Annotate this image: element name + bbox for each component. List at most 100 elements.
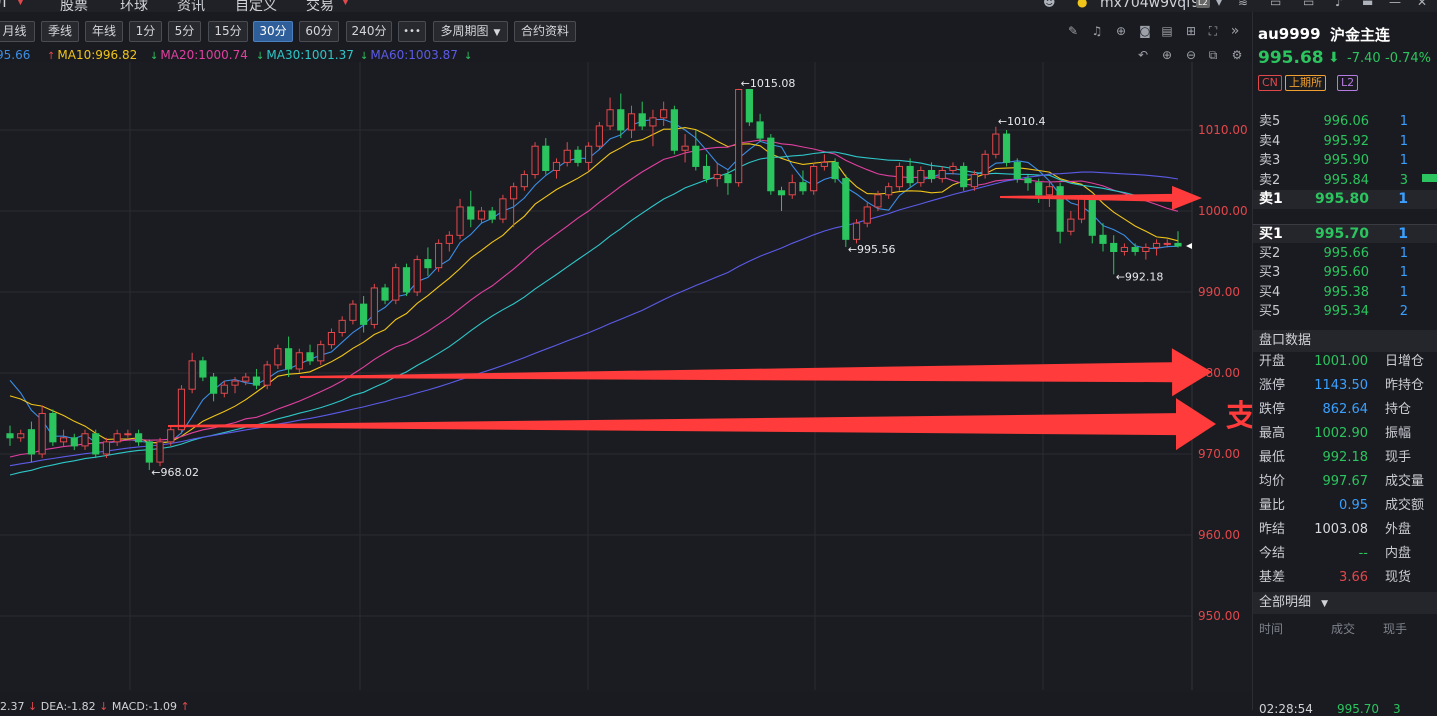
zoom-in-icon[interactable]: ⊕	[1160, 48, 1174, 62]
nav-item-trade[interactable]: 交易	[306, 0, 334, 12]
chart-settings-icon[interactable]: ⧉	[1206, 48, 1220, 62]
down-arrow-icon: ↓	[150, 51, 159, 62]
gear-icon[interactable]: ⚙	[1230, 48, 1244, 62]
fullscreen-icon[interactable]: ⛶	[1206, 24, 1220, 38]
candle-body	[274, 348, 282, 366]
nav-item-stocks[interactable]: 股票	[60, 0, 88, 12]
orderbook-volume: 1	[1399, 133, 1408, 149]
candle-body	[777, 190, 786, 196]
robot-icon[interactable]: ☻	[1043, 0, 1057, 8]
orderbook-price: 995.92	[1323, 133, 1370, 149]
candlestick-chart[interactable]: 1010.001000.00990.00980.00970.00960.0095…	[0, 62, 1252, 692]
contract-info-button[interactable]: 合约资料	[514, 21, 576, 42]
close-icon[interactable]: ✕	[1417, 0, 1431, 8]
chevron-down-icon[interactable]: ▾	[1216, 0, 1230, 8]
candle-body	[370, 287, 378, 325]
candle-body	[531, 145, 539, 176]
down-arrow-icon: ↓	[464, 51, 473, 62]
orderbook-volume: 3	[1399, 172, 1408, 188]
nav-item-global[interactable]: 环球	[120, 0, 148, 12]
stat-label-2: 成交量	[1385, 474, 1425, 489]
candle-body	[167, 429, 175, 443]
down-arrow-icon: ↓	[360, 51, 369, 62]
candle-body	[938, 170, 946, 180]
menu-icon[interactable]: ▬	[1362, 0, 1376, 8]
candle-body	[467, 206, 475, 220]
stat-label: 今结	[1259, 546, 1286, 561]
period-button-1min[interactable]: 1分	[129, 21, 162, 42]
period-button-30min[interactable]: 30分	[253, 21, 293, 42]
orderbook-label: 买2	[1259, 245, 1281, 261]
period-button-240min[interactable]: 240分	[346, 21, 392, 42]
orderbook-row-bids-1[interactable]: 买2 995.66 1	[1253, 244, 1437, 263]
candle-body	[681, 145, 689, 151]
more-periods-button[interactable]: •••	[398, 21, 426, 42]
pen-icon[interactable]: ✎	[1066, 24, 1080, 38]
multi-period-dropdown[interactable]: 多周期图 ▼	[433, 21, 508, 42]
nav-item-news[interactable]: 资讯	[177, 0, 205, 12]
orderbook-row-bids-2[interactable]: 买3 995.60 1	[1253, 263, 1437, 282]
candle-body	[542, 145, 550, 171]
window-icon[interactable]: ▭	[1270, 0, 1284, 8]
zoom-out-icon[interactable]: ⊖	[1184, 48, 1198, 62]
candle-body	[906, 165, 914, 184]
minimize-icon[interactable]: —	[1389, 0, 1403, 8]
period-button-month[interactable]: 月线	[0, 21, 35, 42]
grid-icon[interactable]: ⊞	[1184, 24, 1198, 38]
candle-body	[767, 137, 775, 192]
period-button-year[interactable]: 年线	[85, 21, 123, 42]
window-icon[interactable]: ▭	[1303, 0, 1317, 8]
ma60-value: MA60:1003.87	[370, 48, 458, 62]
layout-icon[interactable]: ▤	[1160, 24, 1174, 38]
orderbook-row-asks-2[interactable]: 卖3 995.90 1	[1253, 151, 1437, 170]
period-button-5min[interactable]: 5分	[168, 21, 201, 42]
chevron-down-icon: ▼	[17, 0, 24, 7]
period-button-quarter[interactable]: 季线	[41, 21, 79, 42]
plus-icon[interactable]: ⊕	[1114, 24, 1128, 38]
panel-data-header[interactable]: 盘口数据	[1253, 330, 1437, 352]
orderbook-row-asks-4[interactable]: 卖1 995.80 1	[1253, 190, 1437, 209]
orderbook-volume: 2	[1399, 304, 1408, 319]
price-tick-label: 960.00	[1198, 528, 1240, 542]
orderbook-row-bids-3[interactable]: 买4 995.38 1	[1253, 283, 1437, 302]
extreme-price-label: ←992.18	[1116, 270, 1164, 283]
candle-body	[435, 242, 443, 269]
candle-body	[70, 437, 78, 447]
orderbook-row-asks-0[interactable]: 卖5 996.06 1	[1253, 112, 1437, 131]
extreme-price-label: ←968.02	[151, 466, 199, 479]
orderbook-row-asks-3[interactable]: 卖2 995.84 3	[1253, 171, 1437, 190]
stat-label-2: 昨持仓	[1385, 378, 1425, 393]
nav-item-custom[interactable]: 自定义	[235, 0, 277, 12]
period-button-15min[interactable]: 15分	[208, 21, 248, 42]
camera-icon[interactable]: ◙	[1138, 24, 1152, 38]
detail-header[interactable]: 全部明细 ▼	[1253, 592, 1437, 614]
expand-icon[interactable]: »	[1228, 24, 1242, 38]
candle-body	[327, 332, 336, 346]
undo-icon[interactable]: ↶	[1136, 48, 1150, 62]
period-button-60min[interactable]: 60分	[299, 21, 339, 42]
stat-row: 量比 0.95 成交额	[1253, 496, 1437, 516]
orderbook-row-asks-1[interactable]: 卖4 995.92 1	[1253, 132, 1437, 151]
candle-body	[510, 186, 518, 200]
nav-item-0[interactable]: Л	[0, 0, 7, 11]
candle-body	[1077, 198, 1086, 220]
top-nav: Л ▼ 股票 环球 资讯 自定义 交易 ▼ ☻ ● mx704w9vqf9 L2…	[0, 0, 1437, 12]
candle-body	[231, 380, 239, 386]
candle-body	[820, 161, 828, 167]
avatar[interactable]: ●	[1077, 0, 1091, 8]
orderbook-row-bids-0[interactable]: 买1 995.70 1	[1253, 224, 1437, 243]
price-change: -7.40	[1347, 51, 1381, 66]
stat-label-2: 持仓	[1385, 402, 1412, 417]
dea-value: DEA:-1.82	[40, 700, 96, 713]
bell-icon[interactable]: ♫	[1090, 24, 1104, 38]
orderbook-row-bids-4[interactable]: 买5 995.34 2	[1253, 302, 1437, 321]
layers-icon[interactable]: ≋	[1238, 0, 1252, 8]
candle-body	[6, 433, 14, 439]
extreme-price-label: ←1015.08	[741, 77, 796, 90]
orderbook-volume: 1	[1399, 114, 1408, 129]
candle-body	[799, 182, 807, 192]
candle-body	[59, 437, 68, 443]
username[interactable]: mx704w9vqf9	[1100, 0, 1200, 11]
bell-icon[interactable]: ♪	[1335, 0, 1349, 8]
extreme-price-label: ←1010.4	[998, 115, 1046, 128]
